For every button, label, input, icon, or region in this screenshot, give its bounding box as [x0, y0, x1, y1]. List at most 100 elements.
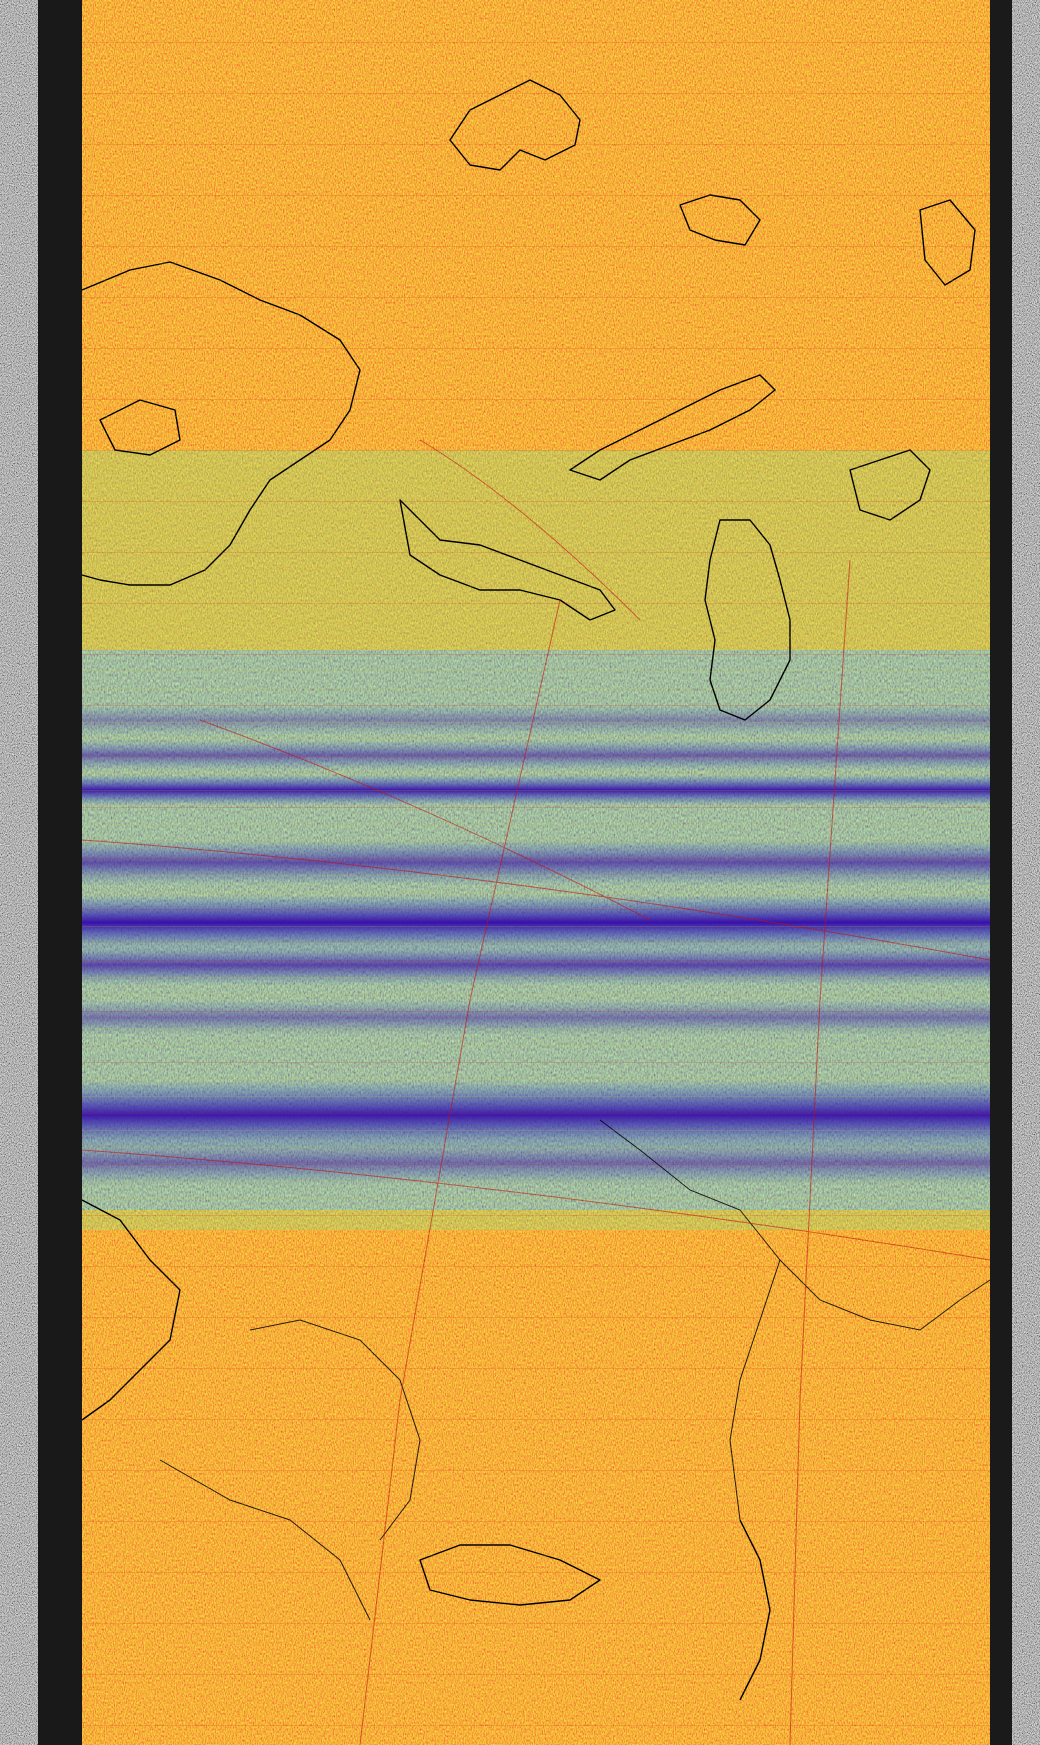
- scanline: [82, 875, 990, 876]
- scanline: [82, 603, 990, 604]
- scanline: [82, 1147, 990, 1148]
- thermal-image: [82, 0, 990, 1745]
- scanline: [82, 535, 990, 536]
- scanline: [82, 1232, 990, 1233]
- scanline: [82, 1623, 990, 1624]
- scanline: [82, 1742, 990, 1743]
- scanline: [82, 1198, 990, 1199]
- scanline: [82, 1453, 990, 1454]
- scanline: [82, 501, 990, 502]
- band-1: [82, 705, 990, 735]
- scanline: [82, 229, 990, 230]
- satellite-image: [0, 0, 1040, 1745]
- left-telemetry-strip: [0, 0, 82, 1745]
- scanline: [82, 824, 990, 825]
- scanline: [82, 892, 990, 893]
- scanline: [82, 416, 990, 417]
- scanline: [82, 1572, 990, 1573]
- scanline: [82, 773, 990, 774]
- scanline: [82, 1674, 990, 1675]
- scanline: [82, 8, 990, 9]
- scanline: [82, 756, 990, 757]
- scanline: [82, 722, 990, 723]
- scanline: [82, 1164, 990, 1165]
- scanline: [82, 25, 990, 26]
- scanline: [82, 1436, 990, 1437]
- scanline: [82, 1385, 990, 1386]
- scanline: [82, 1657, 990, 1658]
- scanline: [82, 1725, 990, 1726]
- scanline: [82, 1215, 990, 1216]
- scanline: [82, 314, 990, 315]
- scanline: [82, 450, 990, 451]
- scanline: [82, 178, 990, 179]
- scanline: [82, 59, 990, 60]
- scanline: [82, 1640, 990, 1641]
- scanline: [82, 1589, 990, 1590]
- scanline: [82, 1266, 990, 1267]
- scanline: [82, 569, 990, 570]
- scanline: [82, 76, 990, 77]
- scanline: [82, 841, 990, 842]
- scanline: [82, 960, 990, 961]
- scanline: [82, 1334, 990, 1335]
- scanline: [82, 382, 990, 383]
- band-5: [82, 895, 990, 950]
- scanline: [82, 1011, 990, 1012]
- band-7: [82, 1000, 990, 1035]
- scanline: [82, 926, 990, 927]
- band-2: [82, 740, 990, 770]
- scanline: [82, 246, 990, 247]
- scanline: [82, 994, 990, 995]
- scanline: [82, 263, 990, 264]
- scanline: [82, 1351, 990, 1352]
- scanline: [82, 1045, 990, 1046]
- scanline: [82, 331, 990, 332]
- scanline: [82, 1181, 990, 1182]
- scanline: [82, 858, 990, 859]
- scanline: [82, 365, 990, 366]
- scanline: [82, 1555, 990, 1556]
- scanline: [82, 1283, 990, 1284]
- scanline: [82, 671, 990, 672]
- scanline: [82, 467, 990, 468]
- scanline: [82, 110, 990, 111]
- scanline: [82, 739, 990, 740]
- scanline: [82, 1521, 990, 1522]
- scanline: [82, 518, 990, 519]
- scanline: [82, 1402, 990, 1403]
- scanline: [82, 1028, 990, 1029]
- scanline: [82, 144, 990, 145]
- scanline: [82, 620, 990, 621]
- scanline: [82, 654, 990, 655]
- scanline: [82, 688, 990, 689]
- scanline: [82, 807, 990, 808]
- scanline: [82, 1062, 990, 1063]
- scanline: [82, 1487, 990, 1488]
- scanline: [82, 977, 990, 978]
- scanline: [82, 1368, 990, 1369]
- scanline: [82, 705, 990, 706]
- scanline: [82, 637, 990, 638]
- scanline: [82, 586, 990, 587]
- right-telemetry-strip: [990, 0, 1040, 1745]
- scanline: [82, 790, 990, 791]
- scanline: [82, 93, 990, 94]
- scanline: [82, 433, 990, 434]
- band-8: [82, 1080, 990, 1150]
- scanline: [82, 1470, 990, 1471]
- scanline: [82, 1096, 990, 1097]
- scanline: [82, 42, 990, 43]
- scanline: [82, 399, 990, 400]
- scanline: [82, 1419, 990, 1420]
- scanline: [82, 1079, 990, 1080]
- scanline: [82, 161, 990, 162]
- band-6: [82, 945, 990, 985]
- scanline: [82, 484, 990, 485]
- scanline: [82, 1504, 990, 1505]
- scanline: [82, 127, 990, 128]
- scanline: [82, 1317, 990, 1318]
- band-9: [82, 1140, 990, 1185]
- scanline: [82, 348, 990, 349]
- scanline: [82, 552, 990, 553]
